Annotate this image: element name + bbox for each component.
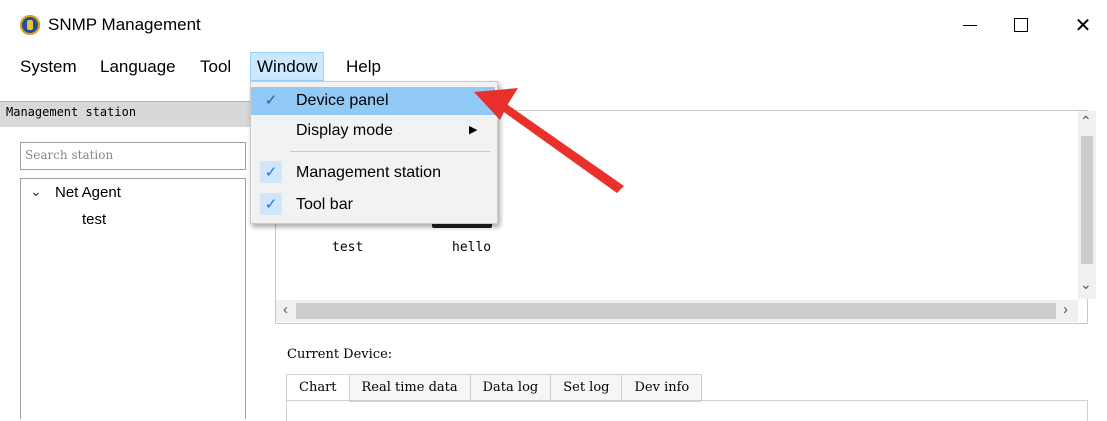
tab-set-log[interactable]: Set log: [550, 374, 623, 402]
maximize-icon: [1014, 18, 1028, 32]
tab-chart[interactable]: Chart: [286, 374, 350, 402]
device-tabs: Chart Real time data Data log Set log De…: [286, 374, 703, 402]
check-icon: ✓: [260, 193, 282, 215]
tree-item-test[interactable]: test: [82, 211, 106, 228]
scroll-down-icon[interactable]: ⌄: [1080, 276, 1092, 293]
device-label-test[interactable]: test: [332, 240, 363, 255]
current-device-label: Current Device:: [287, 347, 393, 362]
menu-help[interactable]: Help: [340, 52, 387, 81]
scroll-up-icon[interactable]: ⌃: [1080, 113, 1092, 130]
minimize-button[interactable]: [950, 10, 990, 40]
menu-item-tool-bar[interactable]: ✓ Tool bar: [251, 191, 495, 219]
menu-item-label: Tool bar: [296, 196, 353, 213]
menu-item-label: Management station: [296, 164, 441, 181]
menu-item-display-mode[interactable]: Display mode ▶: [251, 117, 495, 145]
minimize-icon: [963, 24, 977, 26]
vertical-scroll-thumb[interactable]: [1081, 136, 1093, 264]
horizontal-scroll-thumb[interactable]: [296, 303, 1056, 319]
menu-language[interactable]: Language: [94, 52, 182, 81]
maximize-button[interactable]: [1001, 10, 1041, 40]
scroll-right-icon[interactable]: ›: [1063, 301, 1068, 318]
station-tree: [20, 178, 246, 419]
menu-item-label: Device panel: [296, 92, 389, 109]
check-icon: ✓: [264, 92, 278, 109]
close-icon: ✕: [1074, 14, 1092, 37]
management-station-title: Management station: [6, 105, 137, 119]
tab-content-area: [286, 400, 1088, 421]
window-title: SNMP Management: [48, 15, 201, 34]
tab-dev-info[interactable]: Dev info: [621, 374, 703, 402]
menu-item-management-station[interactable]: ✓ Management station: [251, 159, 495, 187]
menu-item-device-panel[interactable]: ✓ Device panel: [251, 87, 495, 115]
chevron-down-icon[interactable]: ⌄: [30, 183, 42, 200]
menu-item-label: Display mode: [296, 122, 393, 139]
search-station-placeholder: Search station: [25, 148, 114, 162]
tab-data-log[interactable]: Data log: [469, 374, 552, 402]
close-button[interactable]: ✕: [1063, 10, 1103, 40]
scroll-left-icon[interactable]: ‹: [283, 301, 288, 318]
tab-real-time-data[interactable]: Real time data: [348, 374, 471, 402]
app-logo-icon: [20, 15, 40, 35]
red-annotation-arrow-icon: [474, 88, 624, 193]
tree-item-net-agent[interactable]: Net Agent: [55, 184, 121, 201]
menu-system[interactable]: System: [14, 52, 83, 81]
menu-tool[interactable]: Tool: [194, 52, 237, 81]
menu-window[interactable]: Window: [250, 52, 325, 81]
device-label-hello[interactable]: hello: [452, 240, 491, 255]
check-icon: ✓: [260, 161, 282, 183]
